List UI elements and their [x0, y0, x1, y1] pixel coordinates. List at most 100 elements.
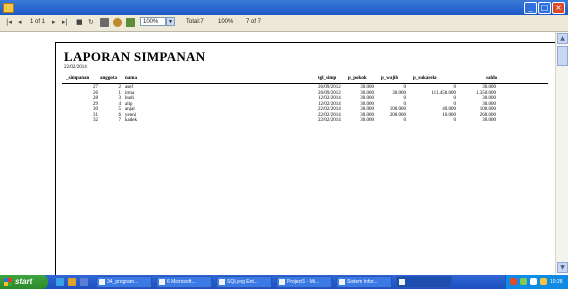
tray-app-icon[interactable] [510, 278, 517, 285]
next-page-icon[interactable]: ▸ [52, 18, 56, 26]
taskbar-task-active[interactable] [396, 276, 452, 288]
windows-logo-icon [4, 278, 12, 286]
chevron-down-icon[interactable]: ▼ [166, 17, 175, 26]
security-icon[interactable] [540, 278, 547, 285]
start-button[interactable]: start [0, 275, 48, 289]
cell-sukarela: 0 [453, 101, 457, 107]
taskbar-task[interactable]: SQLyog Ent... [216, 276, 272, 288]
cell-saldo: 30.000 [482, 85, 496, 90]
scroll-up-icon[interactable]: ▲ [557, 33, 568, 44]
cell-name: asef [125, 85, 134, 90]
column-header: tgl_simp [318, 76, 337, 81]
column-header: p_pokok [348, 76, 367, 81]
prev-page-icon[interactable]: ◂ [18, 18, 22, 26]
close-button[interactable]: × [552, 2, 565, 14]
zoom-select[interactable]: 100% [140, 17, 166, 26]
page-indicator: 1 of 1 [30, 19, 46, 25]
cell-sukarela: 111.450.000 [431, 90, 456, 96]
cell-sukarela: 0 [453, 118, 457, 123]
report-title: LAPORAN SIMPANAN [64, 49, 206, 64]
report-page: LAPORAN SIMPANAN 22/02/2014 _simpanan an… [55, 42, 556, 275]
ie-icon[interactable] [56, 278, 64, 286]
cell-name: budi [125, 96, 134, 101]
refresh-icon[interactable]: ↻ [88, 18, 94, 26]
cell-member: 3 [118, 96, 122, 101]
task-label: Project1 - Mi... [287, 279, 320, 285]
taskbar-task[interactable]: Project1 - Mi... [276, 276, 332, 288]
cell-date: 22/02/2014 [318, 112, 341, 118]
taskbar: start 34_program... 6 Microsoft... SQLyo… [0, 275, 568, 289]
task-label: 34_program... [107, 279, 139, 285]
word-icon [159, 279, 165, 285]
cell-saldo: 30.000 [482, 96, 496, 101]
volume-icon[interactable] [530, 278, 537, 285]
cell-wajib: 30.000 [392, 90, 406, 96]
column-header: nama [125, 76, 137, 81]
cell-member: 5 [118, 107, 122, 112]
table-row: 32 7 kadek 22/02/2014 30.000 0 0 30.000 [56, 118, 556, 124]
group-tree-icon[interactable] [126, 18, 135, 27]
record-count-label: 7 of 7 [246, 19, 262, 25]
first-page-icon[interactable]: |◂ [6, 18, 12, 26]
taskbar-task[interactable]: 6 Microsoft... [156, 276, 212, 288]
total-label: Total:7 [186, 19, 204, 25]
cell-wajib: 200.000 [389, 112, 406, 118]
folder-icon[interactable] [68, 278, 76, 286]
network-icon[interactable] [520, 278, 527, 285]
export-icon[interactable] [113, 18, 122, 27]
cell-member: 6 [118, 112, 122, 118]
percent-label: 100% [218, 19, 234, 25]
report-icon [399, 279, 405, 285]
cell-name: kadek [125, 118, 137, 123]
stop-icon[interactable]: ■ [76, 18, 83, 26]
cell-id: 32 [93, 118, 98, 123]
scroll-thumb[interactable] [557, 46, 568, 66]
cell-name: alip [125, 101, 133, 107]
vertical-scrollbar[interactable]: ▲ ▼ [555, 32, 568, 274]
clock: 10:28 [550, 279, 563, 285]
cell-id: 29 [93, 101, 98, 107]
cell-saldo: 30.000 [482, 118, 496, 123]
cell-wajib: 100.000 [389, 107, 406, 112]
minimize-button[interactable]: _ [524, 2, 537, 14]
cell-id: 26 [93, 90, 98, 96]
cell-date: 26/09/2012 [318, 90, 341, 96]
task-label: Sistem Infor... [347, 279, 378, 285]
task-label: SQLyog Ent... [227, 279, 258, 285]
task-label: 6 Microsoft... [167, 279, 196, 285]
cell-saldo: 30.000 [482, 101, 496, 107]
folder-icon [99, 279, 105, 285]
column-header: p_sukarela [413, 76, 437, 81]
cell-member: 1 [118, 90, 122, 96]
taskbar-task[interactable]: Sistem Infor... [336, 276, 392, 288]
column-header: saldo [486, 76, 498, 81]
cell-pokok: 30.000 [360, 118, 374, 123]
cell-id: 30 [93, 107, 98, 112]
cell-member: 7 [118, 118, 122, 123]
desktop-icon[interactable] [80, 278, 88, 286]
column-header: anggota [100, 76, 117, 81]
print-icon[interactable] [100, 18, 109, 27]
cell-pokok: 30.000 [360, 107, 374, 112]
column-header: _simpanan [66, 76, 90, 81]
cell-id: 27 [93, 85, 98, 90]
report-rows: 27 2 asef 26/09/2012 30.000 0 0 30.000 2… [56, 85, 556, 124]
taskbar-task[interactable]: 34_program... [96, 276, 152, 288]
vb-project-icon [279, 279, 285, 285]
last-page-icon[interactable]: ▸| [62, 18, 68, 26]
cell-id: 28 [93, 96, 98, 101]
column-header: p_wajib [381, 76, 399, 81]
cell-member: 2 [118, 85, 122, 90]
maximize-button[interactable]: □ [538, 2, 551, 14]
cell-sukarela: 10.000 [442, 112, 456, 118]
cell-pokok: 30.000 [360, 85, 374, 90]
cell-saldo: 100.000 [479, 107, 496, 112]
app-icon [3, 3, 14, 13]
scroll-down-icon[interactable]: ▼ [557, 262, 568, 273]
report-toolbar: |◂ ◂ 1 of 1 ▸ ▸| ■ ↻ 100% ▼ Total:7 100%… [0, 15, 568, 32]
cell-pokok: 30.000 [360, 112, 374, 118]
cell-date: 12/02/2014 [318, 96, 341, 101]
cell-wajib: 0 [403, 85, 407, 90]
system-tray: 10:28 [505, 275, 568, 289]
start-label: start [15, 277, 33, 286]
